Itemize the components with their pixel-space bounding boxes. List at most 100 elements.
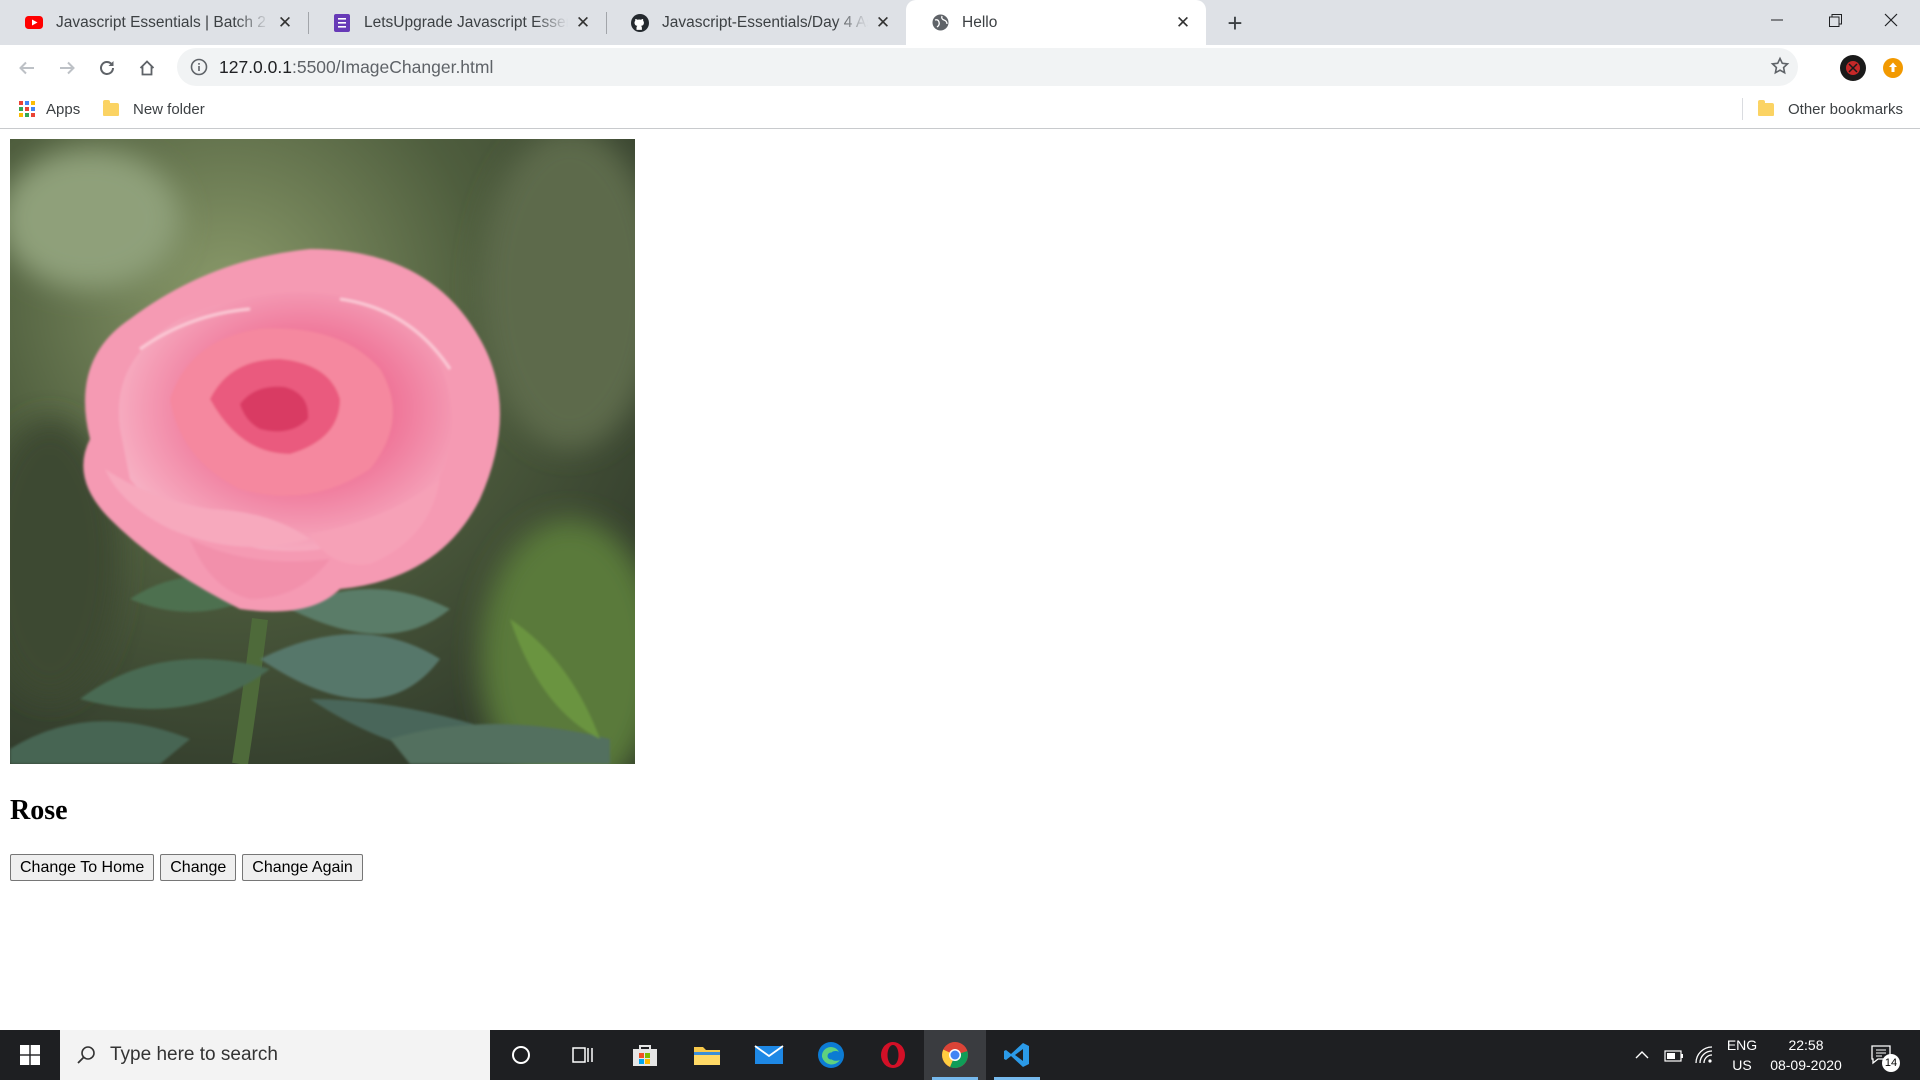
back-button[interactable] (12, 53, 42, 83)
tab-title: Hello (962, 13, 998, 31)
new-tab-button[interactable]: + (1220, 8, 1250, 38)
home-button[interactable] (132, 53, 162, 83)
wifi-icon (1695, 1046, 1713, 1064)
tab-github[interactable]: Javascript-Essentials/Day 4 Assignment ✕ (606, 0, 906, 45)
browser-toolbar: 127.0.0.1:5500/ImageChanger.html Apps Ne… (0, 45, 1920, 129)
chevron-up-icon (1635, 1051, 1649, 1059)
mail-app[interactable] (738, 1030, 800, 1080)
folder-icon (103, 99, 119, 116)
tab-title: LetsUpgrade Javascript Essentials (364, 13, 568, 31)
store-app[interactable] (614, 1030, 676, 1080)
task-view-button[interactable] (552, 1030, 614, 1080)
tab-youtube[interactable]: Javascript Essentials | Batch 2 | Day ✕ (0, 0, 308, 45)
url-path: :5500/ImageChanger.html (291, 56, 494, 77)
tab-strip: Javascript Essentials | Batch 2 | Day ✕ … (0, 0, 1920, 45)
windows-logo-icon (20, 1045, 40, 1065)
clock-time: 22:58 (1788, 1037, 1824, 1053)
avatar-icon (1840, 55, 1866, 81)
minimize-icon (1771, 19, 1783, 21)
url-host: 127.0.0.1 (219, 56, 292, 77)
taskbar-search-box[interactable]: Type here to search (60, 1030, 490, 1080)
bookmark-label: Other bookmarks (1788, 100, 1904, 118)
change-again-button[interactable]: Change Again (242, 854, 363, 881)
search-icon (77, 1046, 95, 1064)
bookmark-new-folder[interactable]: New folder (103, 99, 205, 118)
url-text: 127.0.0.1:5500/ImageChanger.html (219, 57, 493, 78)
button-row: Change To Home Change Change Again (10, 854, 363, 881)
vscode-app[interactable] (986, 1030, 1048, 1080)
file-explorer-app[interactable] (676, 1030, 738, 1080)
close-window-button[interactable] (1862, 0, 1920, 40)
folder-icon (1758, 99, 1774, 116)
change-button[interactable]: Change (160, 854, 237, 881)
rose-photo (10, 139, 635, 764)
bookmark-label: Apps (46, 100, 81, 118)
back-arrow-icon (19, 61, 34, 75)
close-tab-icon[interactable]: ✕ (1174, 13, 1192, 32)
change-to-home-button[interactable]: Change To Home (10, 854, 155, 881)
lang-code: ENG (1726, 1037, 1758, 1053)
close-icon (1884, 13, 1898, 27)
minimize-button[interactable] (1748, 0, 1806, 40)
edge-app[interactable] (800, 1030, 862, 1080)
tab-hello[interactable]: Hello ✕ (906, 0, 1206, 45)
task-view-icon (572, 1047, 593, 1063)
address-bar[interactable]: 127.0.0.1:5500/ImageChanger.html (177, 48, 1798, 86)
mail-icon (754, 1045, 784, 1064)
forward-button[interactable] (52, 53, 82, 83)
notification-count-badge: 14 (1882, 1054, 1900, 1072)
close-tab-icon[interactable]: ✕ (574, 13, 592, 32)
extension-button[interactable] (1878, 53, 1908, 83)
clock[interactable]: 22:58 08-09-2020 (1766, 1030, 1846, 1080)
restore-icon (1828, 13, 1842, 27)
tab-title: Javascript Essentials | Batch 2 | Day (56, 13, 270, 31)
battery-indicator[interactable] (1660, 1030, 1688, 1080)
cortana-button[interactable] (490, 1030, 552, 1080)
windows-taskbar: Type here to search ENG US 22:58 08-09-2… (0, 1030, 1920, 1080)
restore-button[interactable] (1806, 0, 1864, 40)
network-indicator[interactable] (1690, 1030, 1718, 1080)
battery-icon (1664, 1050, 1683, 1062)
reload-icon (100, 61, 114, 75)
search-placeholder: Type here to search (110, 1044, 278, 1065)
page-heading: Rose (10, 795, 68, 826)
clock-date: 08-09-2020 (1770, 1057, 1842, 1073)
tab-title: Javascript-Essentials/Day 4 Assignment (662, 13, 868, 31)
chrome-app[interactable] (924, 1030, 986, 1080)
bookmark-star-icon[interactable] (1770, 56, 1790, 81)
bookmarks-divider (1742, 98, 1743, 120)
action-center-button[interactable]: 14 (1862, 1030, 1902, 1080)
lang-region: US (1732, 1057, 1752, 1073)
youtube-icon (25, 14, 43, 32)
info-icon[interactable] (190, 58, 208, 81)
show-hidden-icons-button[interactable] (1628, 1030, 1656, 1080)
opera-app[interactable] (862, 1030, 924, 1080)
folder-icon (694, 1047, 720, 1065)
home-icon (139, 60, 155, 76)
reload-button[interactable] (92, 53, 122, 83)
store-icon (633, 1045, 657, 1066)
rose-image (10, 139, 635, 764)
page-content: Rose Change To Home Change Change Again (0, 130, 1920, 1030)
forms-icon (333, 13, 351, 32)
edge-icon (818, 1042, 844, 1068)
bookmark-apps[interactable]: Apps (19, 101, 80, 118)
vscode-icon (1004, 1043, 1029, 1067)
chrome-icon (942, 1042, 968, 1068)
tab-letsupgrade[interactable]: LetsUpgrade Javascript Essentials ✕ (308, 0, 606, 45)
plus-icon: + (1227, 7, 1243, 38)
profile-avatar[interactable] (1838, 53, 1868, 83)
opera-icon (881, 1042, 905, 1068)
update-icon (1883, 58, 1903, 78)
bookmark-label: New folder (133, 100, 205, 118)
forward-arrow-icon (60, 61, 75, 75)
bookmarks-bar: Apps New folder Other bookmarks (0, 90, 1920, 128)
start-button[interactable] (0, 1030, 60, 1080)
close-tab-icon[interactable]: ✕ (874, 13, 892, 32)
bookmark-other[interactable]: Other bookmarks (1758, 99, 1904, 118)
github-icon (631, 13, 649, 32)
apps-grid-icon (19, 101, 35, 117)
language-indicator[interactable]: ENG US (1720, 1030, 1764, 1080)
globe-icon (931, 14, 949, 32)
close-tab-icon[interactable]: ✕ (276, 13, 294, 32)
